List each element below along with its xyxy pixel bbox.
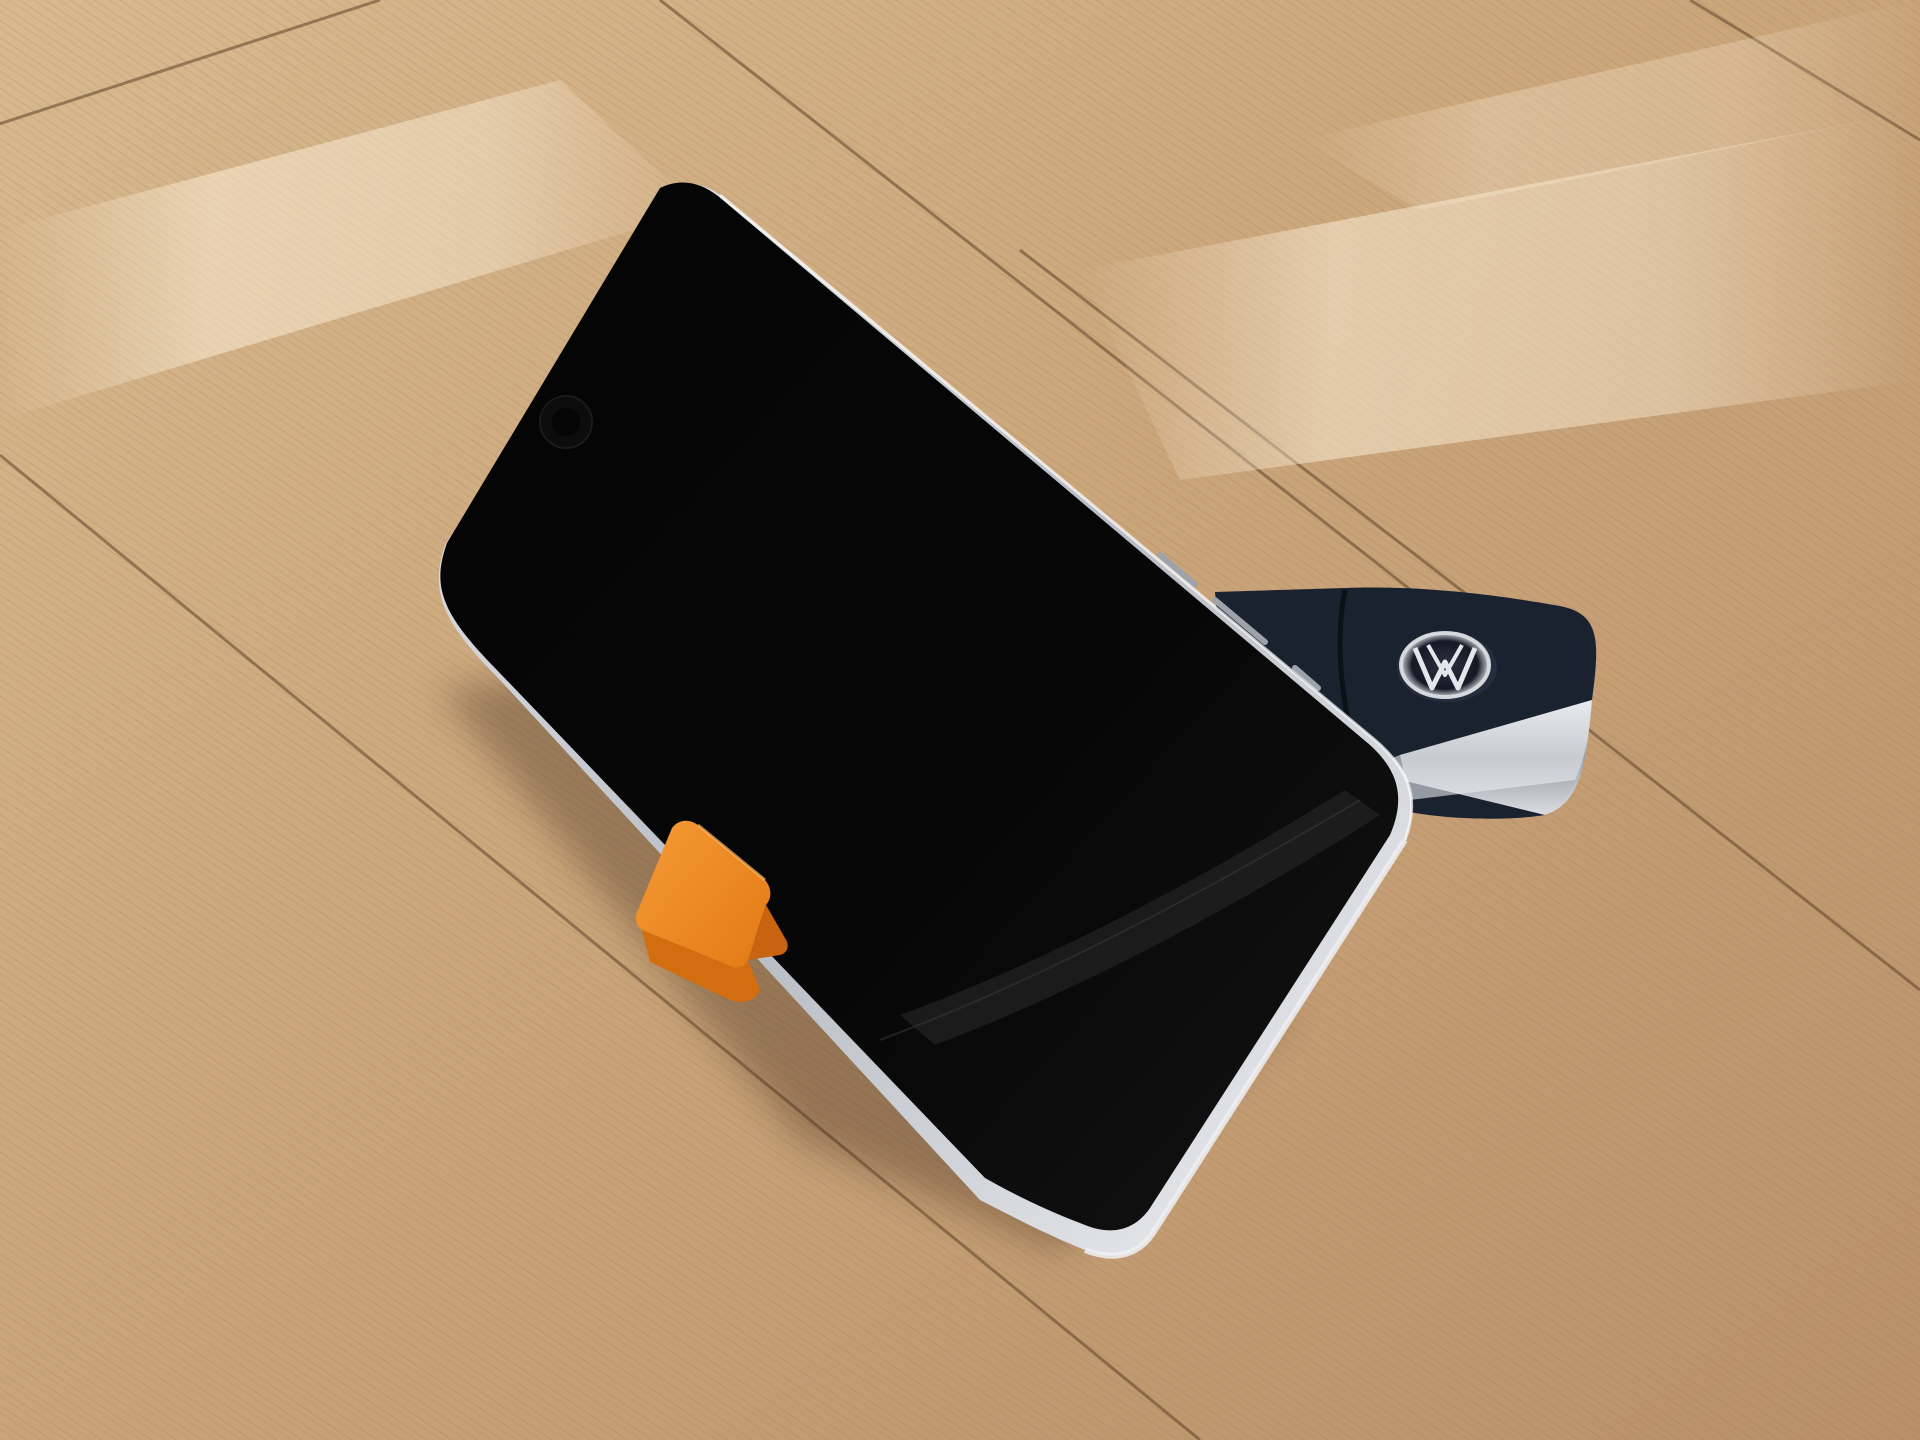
- scene-svg: [0, 0, 1920, 1440]
- photo-scene: [0, 0, 1920, 1440]
- vw-emblem-icon: [1399, 631, 1491, 699]
